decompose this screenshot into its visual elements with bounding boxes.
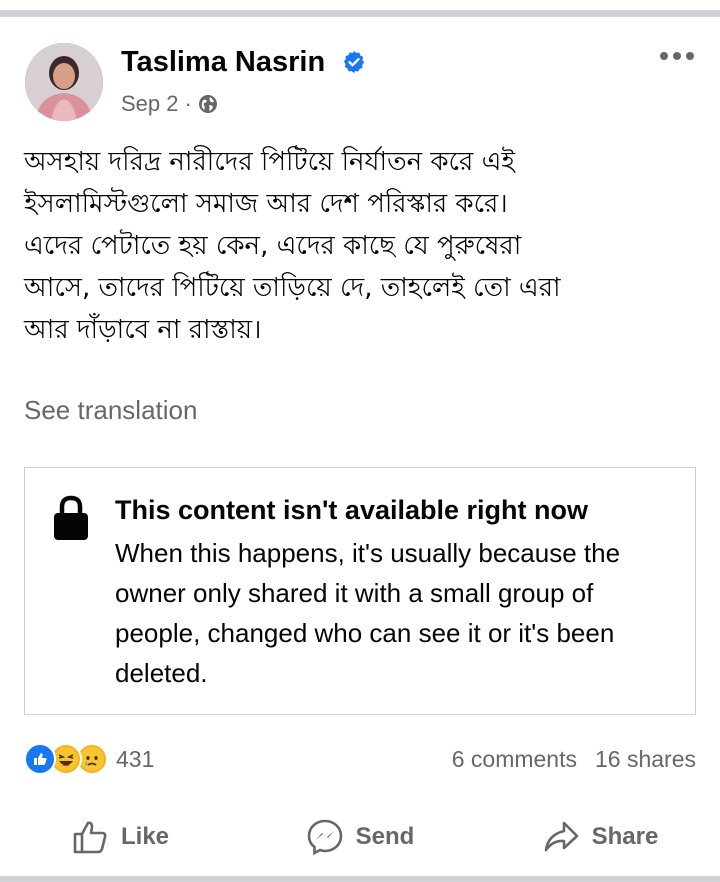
meta-separator: ·	[184, 91, 192, 116]
more-dot	[686, 52, 694, 60]
unavailable-description: When this happens, it's usually because …	[115, 538, 621, 688]
more-dot	[660, 52, 668, 60]
share-label: Share	[591, 823, 659, 850]
action-bar: Like Send Share	[0, 808, 720, 866]
top-divider	[0, 10, 720, 17]
share-button[interactable]: Share	[480, 808, 720, 866]
post-meta: Sep 2 ·	[121, 88, 218, 120]
author-avatar[interactable]	[25, 43, 103, 121]
more-dot	[673, 52, 681, 60]
verified-badge-icon	[343, 51, 365, 73]
see-translation-link[interactable]: See translation	[24, 392, 197, 428]
post-text: অসহায় দরিদ্র নারীদের পিটিয়ে নির্যাতন ক…	[24, 147, 561, 345]
engagement-stats: 6 comments 16 shares	[452, 743, 696, 775]
messenger-icon	[307, 819, 342, 856]
thumbs-up-icon	[73, 821, 107, 854]
like-reaction-icon	[24, 743, 56, 775]
comments-count[interactable]: 6 comments	[452, 743, 577, 775]
reactions-summary[interactable]: 431	[24, 743, 154, 775]
author-name[interactable]: Taslima Nasrin	[121, 44, 325, 80]
send-button[interactable]: Send	[240, 808, 480, 866]
like-button[interactable]: Like	[0, 808, 240, 866]
lock-icon	[54, 495, 88, 540]
bottom-divider	[0, 876, 720, 882]
more-options-icon[interactable]	[660, 46, 700, 66]
like-label: Like	[120, 823, 170, 850]
avatar-image	[25, 43, 103, 121]
unavailable-content-card: This content isn't available right now W…	[24, 467, 696, 715]
unavailable-title: This content isn't available right now	[115, 495, 588, 525]
shares-count[interactable]: 16 shares	[595, 743, 696, 775]
globe-icon	[198, 95, 217, 113]
post-date[interactable]: Sep 2	[121, 88, 179, 120]
send-label: Send	[355, 823, 415, 850]
share-icon	[544, 821, 578, 852]
reaction-count: 431	[116, 746, 155, 772]
